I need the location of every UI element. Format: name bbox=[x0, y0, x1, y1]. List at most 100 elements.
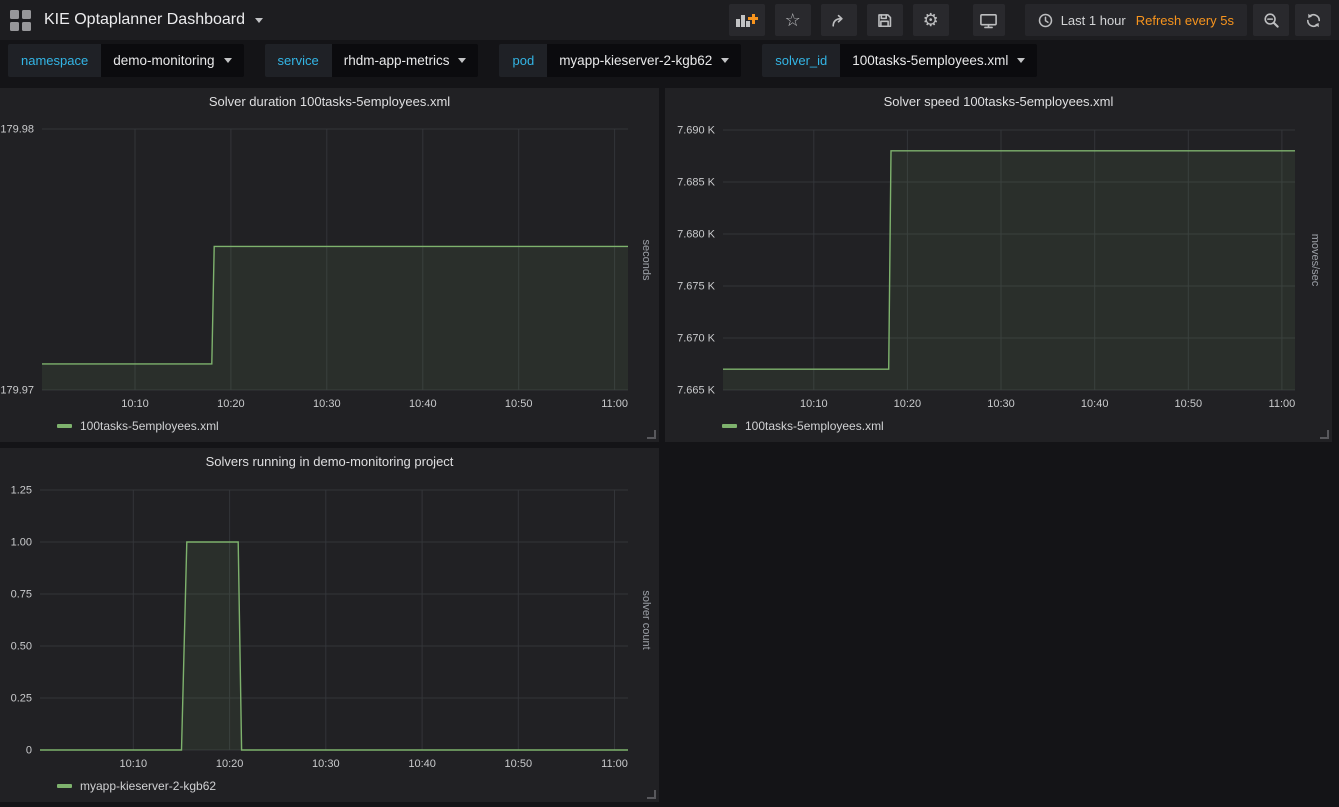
template-variables-row: namespace demo-monitoring service rhdm-a… bbox=[8, 44, 1037, 77]
svg-text:179.98: 179.98 bbox=[0, 124, 34, 136]
settings-button[interactable]: ⚙ bbox=[913, 4, 949, 36]
panel-resize-handle[interactable] bbox=[1320, 430, 1329, 439]
legend-swatch bbox=[722, 424, 737, 428]
svg-text:11:00: 11:00 bbox=[601, 398, 628, 410]
svg-text:10:20: 10:20 bbox=[894, 398, 922, 410]
panel-title[interactable]: Solver speed 100tasks-5employees.xml bbox=[665, 88, 1332, 115]
svg-text:7.675 K: 7.675 K bbox=[677, 281, 716, 293]
dashboard-title-button[interactable]: KIE Optaplanner Dashboard bbox=[44, 0, 263, 40]
variable-value-dropdown[interactable]: myapp-kieserver-2-kgb62 bbox=[547, 44, 741, 77]
navbar: KIE Optaplanner Dashboard ☆ bbox=[0, 0, 1339, 40]
svg-text:10:20: 10:20 bbox=[217, 398, 245, 410]
svg-text:7.670 K: 7.670 K bbox=[677, 333, 716, 345]
refresh-button[interactable] bbox=[1295, 4, 1331, 36]
svg-text:0.75: 0.75 bbox=[11, 589, 32, 601]
legend-swatch bbox=[57, 784, 72, 788]
variable-solver-id: solver_id 100tasks-5employees.xml bbox=[762, 44, 1037, 77]
panel-resize-handle[interactable] bbox=[647, 790, 656, 799]
chevron-down-icon bbox=[721, 58, 729, 63]
gear-icon: ⚙ bbox=[923, 11, 939, 29]
svg-text:10:40: 10:40 bbox=[408, 758, 436, 770]
zoom-out-button[interactable] bbox=[1253, 4, 1289, 36]
dashboard-grid-icon[interactable] bbox=[10, 10, 31, 31]
svg-text:11:00: 11:00 bbox=[601, 758, 628, 770]
add-panel-icon bbox=[735, 12, 758, 29]
time-picker-button[interactable]: Last 1 hour Refresh every 5s bbox=[1025, 4, 1247, 36]
chart-canvas[interactable]: 10:10 10:20 10:30 10:40 10:50 11:00 179.97 179.… bbox=[0, 88, 659, 447]
variable-namespace: namespace demo-monitoring bbox=[8, 44, 244, 77]
svg-text:10:10: 10:10 bbox=[120, 758, 148, 770]
legend-label: 100tasks-5employees.xml bbox=[80, 419, 219, 433]
variable-value: demo-monitoring bbox=[113, 53, 214, 68]
legend-label: 100tasks-5employees.xml bbox=[745, 419, 884, 433]
svg-text:10:50: 10:50 bbox=[505, 758, 533, 770]
legend-item[interactable]: 100tasks-5employees.xml bbox=[57, 419, 219, 433]
time-range-label: Last 1 hour bbox=[1061, 13, 1126, 28]
svg-text:10:50: 10:50 bbox=[505, 398, 533, 410]
chart-canvas[interactable]: 10:10 10:20 10:30 10:40 10:50 11:00 0 0.25 0.50 0… bbox=[0, 448, 659, 807]
svg-text:10:10: 10:10 bbox=[121, 398, 149, 410]
save-button[interactable] bbox=[867, 4, 903, 36]
chevron-down-icon bbox=[224, 58, 232, 63]
panel-solver-duration: Solver duration 100tasks-5employees.xml … bbox=[0, 88, 659, 442]
panel-resize-handle[interactable] bbox=[647, 430, 656, 439]
variable-label: solver_id bbox=[762, 44, 840, 77]
right-axis-label: seconds bbox=[640, 240, 652, 281]
svg-text:0: 0 bbox=[26, 745, 32, 757]
variable-value: 100tasks-5employees.xml bbox=[852, 53, 1008, 68]
svg-text:10:30: 10:30 bbox=[312, 758, 340, 770]
navbar-actions: ☆ ⚙ bbox=[729, 4, 1331, 36]
svg-text:10:50: 10:50 bbox=[1175, 398, 1203, 410]
right-axis-label: moves/sec bbox=[1309, 234, 1321, 287]
share-button[interactable] bbox=[821, 4, 857, 36]
svg-text:10:30: 10:30 bbox=[313, 398, 341, 410]
svg-text:1.00: 1.00 bbox=[11, 537, 32, 549]
add-panel-button[interactable] bbox=[729, 4, 765, 36]
svg-text:10:30: 10:30 bbox=[987, 398, 1015, 410]
star-icon: ☆ bbox=[785, 11, 801, 29]
svg-text:7.685 K: 7.685 K bbox=[677, 177, 716, 189]
legend-label: myapp-kieserver-2-kgb62 bbox=[80, 779, 216, 793]
svg-text:0.50: 0.50 bbox=[11, 641, 32, 653]
chevron-down-icon bbox=[1017, 58, 1025, 63]
variable-label: service bbox=[265, 44, 332, 77]
variable-label: pod bbox=[499, 44, 547, 77]
legend-swatch bbox=[57, 424, 72, 428]
refresh-icon bbox=[1305, 12, 1322, 29]
variable-label: namespace bbox=[8, 44, 101, 77]
star-button[interactable]: ☆ bbox=[775, 4, 811, 36]
save-icon bbox=[876, 12, 893, 29]
svg-text:10:40: 10:40 bbox=[1081, 398, 1109, 410]
legend-item[interactable]: myapp-kieserver-2-kgb62 bbox=[57, 779, 216, 793]
panel-solver-speed: Solver speed 100tasks-5employees.xml 10:… bbox=[665, 88, 1332, 442]
share-icon bbox=[830, 12, 847, 29]
zoom-out-icon bbox=[1263, 12, 1280, 29]
svg-text:7.690 K: 7.690 K bbox=[677, 125, 716, 137]
right-axis-label: solver count bbox=[640, 590, 652, 649]
svg-text:7.665 K: 7.665 K bbox=[677, 385, 716, 397]
legend-item[interactable]: 100tasks-5employees.xml bbox=[722, 419, 884, 433]
variable-value: rhdm-app-metrics bbox=[344, 53, 450, 68]
variable-value-dropdown[interactable]: demo-monitoring bbox=[101, 44, 243, 77]
clock-icon bbox=[1038, 13, 1053, 28]
svg-text:10:10: 10:10 bbox=[800, 398, 828, 410]
variable-value-dropdown[interactable]: 100tasks-5employees.xml bbox=[840, 44, 1037, 77]
variable-value-dropdown[interactable]: rhdm-app-metrics bbox=[332, 44, 479, 77]
refresh-interval-label: Refresh every 5s bbox=[1136, 13, 1234, 28]
svg-text:10:20: 10:20 bbox=[216, 758, 244, 770]
monitor-icon bbox=[979, 12, 998, 29]
svg-text:0.25: 0.25 bbox=[11, 693, 32, 705]
svg-text:10:40: 10:40 bbox=[409, 398, 437, 410]
variable-service: service rhdm-app-metrics bbox=[265, 44, 479, 77]
panel-title[interactable]: Solvers running in demo-monitoring proje… bbox=[0, 448, 659, 475]
chevron-down-icon bbox=[255, 18, 263, 23]
svg-text:179.97: 179.97 bbox=[0, 385, 34, 397]
svg-text:11:00: 11:00 bbox=[1269, 398, 1296, 410]
svg-text:7.680 K: 7.680 K bbox=[677, 229, 716, 241]
panel-title[interactable]: Solver duration 100tasks-5employees.xml bbox=[0, 88, 659, 115]
chart-canvas[interactable]: 10:10 10:20 10:30 10:40 10:50 11:00 7.665 K 7.6… bbox=[665, 88, 1332, 447]
chevron-down-icon bbox=[458, 58, 466, 63]
cycle-view-mode-button[interactable] bbox=[973, 4, 1005, 36]
svg-text:1.25: 1.25 bbox=[11, 485, 32, 497]
page-title: KIE Optaplanner Dashboard bbox=[44, 11, 245, 29]
